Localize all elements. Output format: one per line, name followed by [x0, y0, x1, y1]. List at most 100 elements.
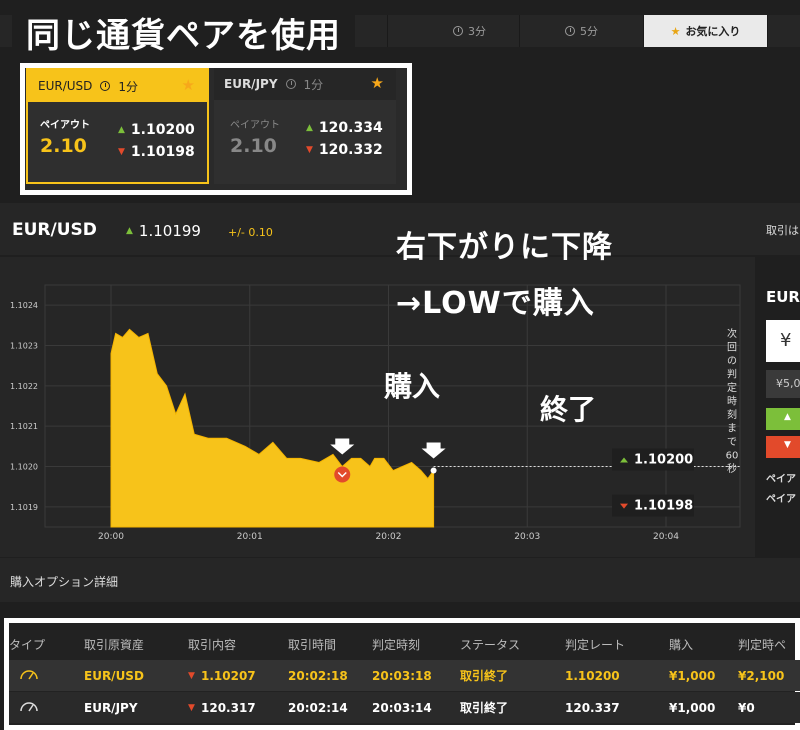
- cell: EUR/JPY: [84, 700, 138, 715]
- tab-3min[interactable]: 3分: [420, 15, 520, 47]
- high-rate: 120.334: [318, 120, 383, 136]
- table-row[interactable]: EUR/JPY ▼ 120.317 20:02:14 20:03:14 取引終了 120.3…: [9, 692, 800, 723]
- annotation-buy: 購入: [384, 370, 441, 403]
- clock-icon: [565, 26, 575, 36]
- x-tick-label: 20:02: [376, 532, 402, 542]
- x-tick-label: 20:03: [514, 532, 540, 542]
- high-rate: 1.10200: [130, 122, 195, 138]
- clock-icon: [453, 26, 463, 36]
- y-tick-label: 1.1022: [10, 382, 38, 391]
- y-tick-label: 1.1019: [10, 503, 38, 512]
- price-chart: 20:00 20:01 20:02 20:03 20:04 1.1024 1.1023 1.1…: [0, 257, 755, 557]
- cell: 20:03:18: [372, 668, 432, 683]
- annotation-trend-down: 右下がりに下降: [396, 230, 613, 265]
- cell: ¥0: [738, 700, 755, 715]
- amount-input[interactable]: ¥: [766, 320, 800, 362]
- options-section: [0, 558, 800, 602]
- gauge-icon: [19, 667, 39, 684]
- column-header: 判定時ペ: [738, 638, 787, 652]
- card-duration: 1分: [303, 77, 324, 92]
- star-icon: ★: [670, 24, 681, 38]
- end-dot: [430, 467, 437, 474]
- column-header: 購入: [669, 638, 694, 652]
- low-button[interactable]: ▼: [766, 436, 800, 458]
- column-header: ステータス: [460, 638, 521, 652]
- low-arrow-icon: ▼: [306, 145, 313, 155]
- low-rate: 1.10198: [130, 144, 195, 160]
- buy-marker-icon: [334, 466, 351, 483]
- pair-card-eurjpy[interactable]: EUR/JPY 1分 ★ ペイアウト 2.10 ▲ 120.334 ▼ 120.33…: [214, 68, 396, 184]
- panel-pair: EUR: [766, 288, 800, 306]
- cell: ¥2,100: [738, 668, 785, 683]
- tab-favorites[interactable]: ★ お気に入り: [644, 15, 768, 47]
- countdown-text: 回: [727, 342, 737, 354]
- up-arrow-icon: ▲: [126, 226, 133, 236]
- card-duration: 1分: [118, 79, 139, 94]
- cell: 取引終了: [460, 701, 509, 715]
- card-pair: EUR/USD: [38, 79, 93, 93]
- countdown-text: 60: [726, 451, 739, 462]
- column-header: タイプ: [9, 638, 46, 652]
- y-tick-label: 1.1021: [10, 422, 38, 431]
- payout-note: ペイア: [766, 474, 796, 485]
- countdown-text: 秒: [727, 462, 737, 475]
- annotation-same-pair: 同じ通貨ペアを使用: [12, 0, 355, 58]
- payout-label: ペイアウト: [40, 120, 90, 131]
- countdown-text: ま: [727, 423, 737, 435]
- clock-icon: [285, 79, 296, 89]
- table-row[interactable]: EUR/USD ▼ 1.10207 20:02:18 20:03:18 取引終了 1.102…: [9, 660, 800, 691]
- star-icon[interactable]: ★: [182, 76, 195, 94]
- low-arrow-icon: ▼: [118, 147, 125, 157]
- payout-value: 2.10: [230, 135, 277, 157]
- down-arrow-icon: ▼: [784, 440, 791, 450]
- cell: 120.337: [565, 700, 620, 715]
- column-header: 取引時間: [288, 638, 337, 652]
- card-pair: EUR/JPY: [224, 77, 278, 91]
- column-header: 判定レート: [565, 638, 626, 652]
- x-tick-label: 20:00: [98, 532, 124, 542]
- payout-note: ペイア: [766, 494, 796, 505]
- star-icon[interactable]: ★: [371, 74, 384, 92]
- cell: ¥1,000: [669, 700, 716, 715]
- asset-pair: EUR/USD: [12, 220, 97, 240]
- payout-label: ペイアウト: [230, 120, 280, 131]
- y-tick-label: 1.1024: [10, 301, 38, 310]
- column-header: 取引原資産: [84, 638, 145, 652]
- rate-change: +/- 0.10: [228, 226, 273, 239]
- countdown-text: 次: [727, 327, 737, 340]
- cell: 1.10200: [565, 668, 620, 683]
- column-header: 判定時刻: [372, 638, 421, 652]
- table-header: タイプ 取引原資産 取引内容 取引時間 判定時刻 ステータス 判定レート 購入 判定時ペ: [9, 629, 800, 660]
- payout-value: 2.10: [40, 135, 87, 157]
- current-rate: 1.10199: [138, 222, 201, 240]
- gauge-icon: [19, 699, 39, 716]
- cell: 20:03:14: [372, 700, 432, 715]
- amount-chip[interactable]: ¥5,0: [766, 370, 800, 398]
- cell: 1.10207: [201, 668, 256, 683]
- cell: 120.317: [201, 700, 256, 715]
- up-arrow-icon: ▲: [784, 412, 791, 422]
- x-tick-label: 20:04: [653, 532, 679, 542]
- high-button[interactable]: ▲: [766, 408, 800, 430]
- y-tick-label: 1.1020: [10, 463, 38, 472]
- cell: EUR/USD: [84, 668, 144, 683]
- x-tick-label: 20:01: [237, 532, 263, 542]
- annotation-end: 終了: [540, 393, 597, 426]
- pair-card-eurusd[interactable]: EUR/USD 1分 ★ ペイアウト 2.10 ▲ 1.10200 ▼ 1.1019…: [26, 68, 209, 184]
- low-rate: 120.332: [318, 142, 383, 158]
- countdown-text: 時: [727, 396, 737, 408]
- cell: ¥1,000: [669, 668, 716, 683]
- chart-svg: 20:00 20:01 20:02 20:03 20:04 1.1024 1.1023 1.1…: [10, 284, 741, 542]
- cell: 20:02:18: [288, 668, 348, 683]
- tab-5min[interactable]: 5分: [520, 15, 644, 47]
- column-header: 取引内容: [188, 638, 237, 652]
- high-arrow-icon: ▲: [118, 125, 125, 135]
- clock-icon: [100, 81, 111, 91]
- countdown-text: の: [727, 356, 737, 367]
- trade-label: 取引は: [766, 224, 799, 237]
- countdown-text: 判: [727, 369, 737, 381]
- cell: 取引終了: [460, 669, 509, 683]
- countdown-text: 定: [727, 381, 737, 394]
- low-label: 1.10198: [634, 499, 693, 514]
- options-title: 購入オプション詳細: [10, 575, 119, 589]
